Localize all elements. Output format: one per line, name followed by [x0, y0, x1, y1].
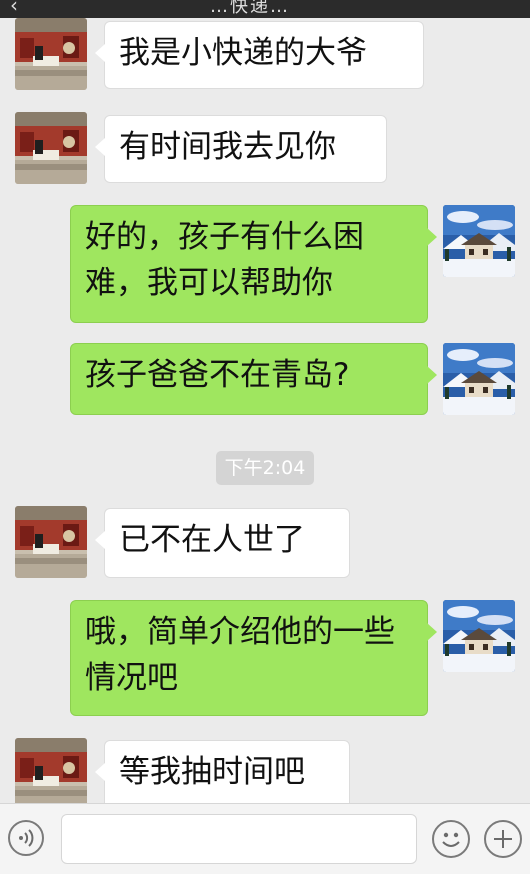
emoji-icon[interactable] — [432, 820, 470, 858]
back-icon[interactable]: ‹ — [10, 0, 18, 17]
message-bubble-incoming[interactable]: 我是小快递的大爷 — [95, 21, 424, 89]
contact-avatar[interactable] — [15, 18, 87, 90]
my-avatar[interactable] — [443, 205, 515, 277]
message-text: 哦，简单介绍他的一些情况吧 — [85, 614, 395, 696]
message-bubble-incoming[interactable]: 有时间我去见你 — [95, 115, 387, 183]
message-bubble-outgoing[interactable]: 孩子爸爸不在青岛? — [70, 343, 437, 415]
message-text: 等我抽时间吧 — [119, 754, 305, 790]
message-bubble-incoming[interactable]: 等我抽时间吧 — [95, 740, 350, 803]
contact-avatar[interactable] — [15, 112, 87, 184]
contact-avatar[interactable] — [15, 506, 87, 578]
timestamp: 下午2:04 — [216, 451, 314, 485]
message-text: 我是小快递的大爷 — [119, 35, 367, 71]
input-bar — [0, 803, 530, 874]
message-input[interactable] — [61, 814, 417, 864]
message-bubble-outgoing[interactable]: 哦，简单介绍他的一些情况吧 — [70, 600, 437, 716]
plus-icon[interactable] — [484, 820, 522, 858]
message-text: 有时间我去见你 — [119, 129, 336, 165]
title-bar: ‹ …快递… — [0, 0, 530, 18]
my-avatar[interactable] — [443, 343, 515, 415]
message-bubble-outgoing[interactable]: 好的，孩子有什么困难，我可以帮助你 — [70, 205, 437, 323]
contact-avatar[interactable] — [15, 738, 87, 803]
voice-icon[interactable] — [8, 820, 44, 856]
message-text: 孩子爸爸不在青岛? — [85, 357, 350, 393]
chat-area[interactable]: 我是小快递的大爷 有时间我去见你 好的，孩子有什么困难，我可以帮助你 孩子爸爸不… — [0, 18, 530, 803]
message-text: 已不在人世了 — [119, 522, 305, 558]
my-avatar[interactable] — [443, 600, 515, 672]
message-text: 好的，孩子有什么困难，我可以帮助你 — [85, 219, 364, 301]
chat-title: …快递… — [210, 0, 290, 17]
message-bubble-incoming[interactable]: 已不在人世了 — [95, 508, 350, 578]
